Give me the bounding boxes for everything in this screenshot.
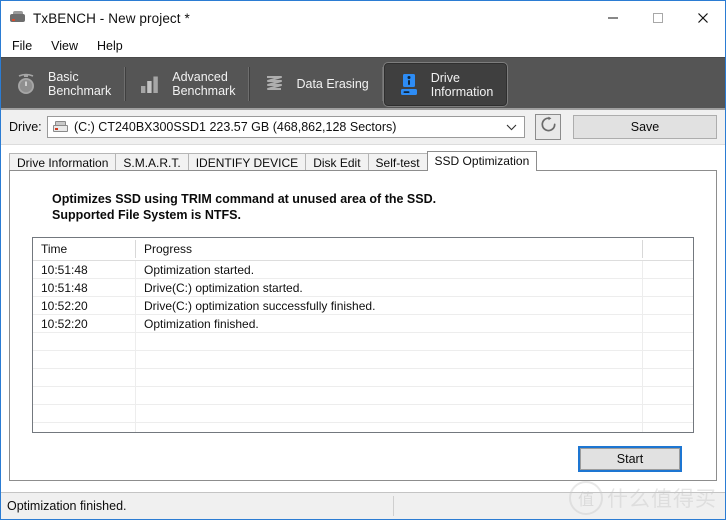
column-header-progress[interactable]: Progress xyxy=(136,242,693,256)
inner-tab-ssd-optimization[interactable]: SSD Optimization xyxy=(426,151,538,171)
start-button-label: Start xyxy=(616,452,644,466)
row-divider-1 xyxy=(135,261,136,278)
row-divider-1 xyxy=(135,297,136,314)
tab-advanced-benchmark[interactable]: Advanced Benchmark xyxy=(125,58,251,110)
table-row-empty[interactable] xyxy=(33,351,693,369)
tab-drive-information[interactable]: Drive Information xyxy=(382,62,509,107)
row-divider-1 xyxy=(135,315,136,332)
inner-tab-self-test[interactable]: Self-test xyxy=(367,153,428,171)
row-divider-2 xyxy=(642,405,643,422)
ssd-optimization-panel: Optimizes SSD using TRIM command at unus… xyxy=(9,170,717,481)
application-window: TxBENCH - New project * File View Help B… xyxy=(0,0,726,520)
tab-basic-benchmark-label: Basic Benchmark xyxy=(48,70,112,98)
table-row[interactable]: 10:51:48 Drive(C:) optimization started. xyxy=(33,279,693,297)
drive-select-combobox[interactable]: (C:) CT240BX300SSD1 223.57 GB (468,862,1… xyxy=(47,116,525,138)
title-bar: TxBENCH - New project * xyxy=(1,1,725,35)
status-bar: Optimization finished. xyxy=(1,492,725,519)
bar-chart-icon xyxy=(137,71,163,97)
stopwatch-icon xyxy=(13,71,39,97)
row-divider-2 xyxy=(642,333,643,350)
chevron-down-icon[interactable] xyxy=(506,117,517,137)
row-divider-2 xyxy=(642,351,643,368)
panel-description: Optimizes SSD using TRIM command at unus… xyxy=(52,191,436,223)
row-divider-1 xyxy=(135,279,136,296)
drive-info-icon xyxy=(396,72,422,98)
inner-tab-identify-device[interactable]: IDENTIFY DEVICE xyxy=(187,153,307,171)
main-tab-strip: Basic Benchmark Advanced Benchmark Data … xyxy=(1,57,725,110)
row-divider-2 xyxy=(642,261,643,278)
tab-basic-benchmark[interactable]: Basic Benchmark xyxy=(1,58,127,110)
tab-data-erasing[interactable]: Data Erasing xyxy=(249,58,384,110)
log-cell-time: 10:52:20 xyxy=(41,298,88,313)
inner-tab-drive-information[interactable]: Drive Information xyxy=(9,153,117,171)
column-header-time[interactable]: Time xyxy=(33,242,136,256)
table-row-empty[interactable] xyxy=(33,333,693,351)
drive-select-row: Drive: (C:) CT240BX300SSD1 223.57 GB (46… xyxy=(1,110,725,145)
table-row-empty[interactable] xyxy=(33,369,693,387)
menu-bar: File View Help xyxy=(1,35,725,57)
header-divider-2[interactable] xyxy=(642,240,643,258)
row-divider-2 xyxy=(642,369,643,386)
table-row-empty[interactable] xyxy=(33,405,693,423)
drive-label: Drive: xyxy=(9,120,42,134)
log-cell-time: 10:52:20 xyxy=(41,316,88,331)
table-row[interactable]: 10:52:20 Optimization finished. xyxy=(33,315,693,333)
panel-description-line2: Supported File System is NTFS. xyxy=(52,208,241,222)
inner-tab-strip: Drive Information S.M.A.R.T. IDENTIFY DE… xyxy=(9,151,717,171)
table-row[interactable]: 10:52:20 Drive(C:) optimization successfu… xyxy=(33,297,693,315)
save-button-label: Save xyxy=(630,120,660,134)
row-divider-2 xyxy=(642,315,643,332)
log-cell-progress: Drive(C:) optimization started. xyxy=(144,280,303,295)
inner-tab-area: Drive Information S.M.A.R.T. IDENTIFY DE… xyxy=(1,145,725,171)
log-cell-time: 10:51:48 xyxy=(41,262,88,277)
row-divider-1 xyxy=(135,423,136,432)
save-button[interactable]: Save xyxy=(573,115,717,139)
table-row[interactable]: 10:51:48 Optimization started. xyxy=(33,261,693,279)
log-grid-body: 10:51:48 Optimization started. 10:51:48 Dri… xyxy=(33,261,693,432)
table-row-empty[interactable] xyxy=(33,423,693,432)
menu-item-file[interactable]: File xyxy=(8,37,41,56)
refresh-icon xyxy=(540,116,557,138)
inner-tab-smart[interactable]: S.M.A.R.T. xyxy=(115,153,189,171)
log-cell-progress: Optimization finished. xyxy=(144,316,259,331)
log-cell-time: 10:51:48 xyxy=(41,280,88,295)
start-button[interactable]: Start xyxy=(578,446,682,472)
row-divider-2 xyxy=(642,387,643,404)
row-divider-1 xyxy=(135,387,136,404)
status-divider xyxy=(393,496,394,516)
maximize-icon[interactable] xyxy=(635,1,680,35)
hard-drive-icon xyxy=(53,121,69,133)
drive-select-value: (C:) CT240BX300SSD1 223.57 GB (468,862,1… xyxy=(74,120,397,134)
tab-drive-information-label: Drive Information xyxy=(430,70,494,99)
minimize-icon[interactable] xyxy=(590,1,635,35)
inner-tab-disk-edit[interactable]: Disk Edit xyxy=(305,153,369,171)
row-divider-2 xyxy=(642,423,643,432)
close-icon[interactable] xyxy=(680,1,725,35)
shredder-icon xyxy=(261,71,287,97)
window-controls xyxy=(590,1,725,35)
row-divider-1 xyxy=(135,405,136,422)
window-title: TxBENCH - New project * xyxy=(33,10,190,26)
refresh-button[interactable] xyxy=(535,114,561,140)
optimization-log-grid[interactable]: Time Progress 10:51:48 Optimization start… xyxy=(32,237,694,433)
menu-item-help[interactable]: Help xyxy=(93,37,132,56)
log-cell-progress: Drive(C:) optimization successfully fini… xyxy=(144,298,376,313)
tab-advanced-benchmark-label: Advanced Benchmark xyxy=(172,70,236,98)
row-divider-1 xyxy=(135,333,136,350)
log-grid-header: Time Progress xyxy=(33,238,693,261)
table-row-empty[interactable] xyxy=(33,387,693,405)
tab-data-erasing-label: Data Erasing xyxy=(296,77,369,91)
menu-item-view[interactable]: View xyxy=(47,37,87,56)
panel-description-line1: Optimizes SSD using TRIM command at unus… xyxy=(52,192,437,206)
row-divider-1 xyxy=(135,369,136,386)
header-divider-1[interactable] xyxy=(135,240,136,258)
row-divider-2 xyxy=(642,297,643,314)
row-divider-1 xyxy=(135,351,136,368)
log-cell-progress: Optimization started. xyxy=(144,262,255,277)
status-text: Optimization finished. xyxy=(7,499,127,513)
drive-app-icon xyxy=(9,11,27,25)
row-divider-2 xyxy=(642,279,643,296)
